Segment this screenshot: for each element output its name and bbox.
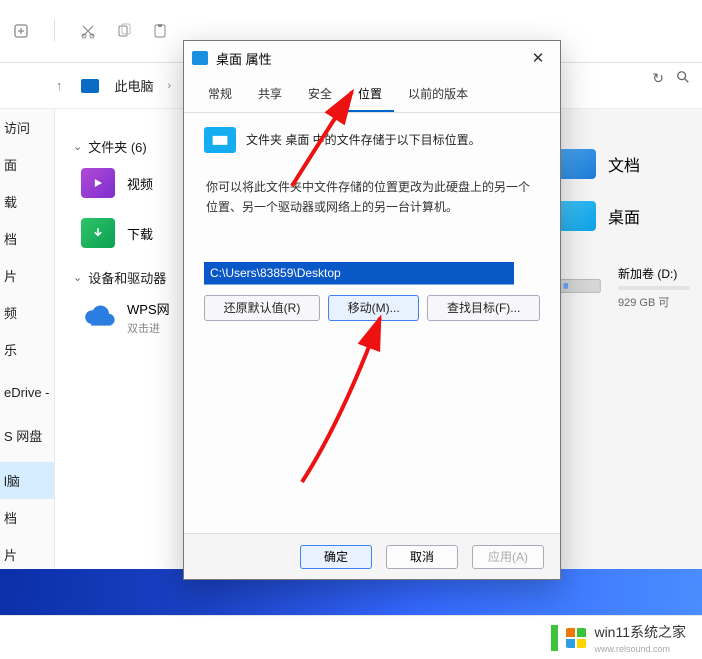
apply-button[interactable]: 应用(A) [472, 545, 544, 569]
cut-icon[interactable] [79, 22, 97, 40]
dialog-title: 桌面 属性 [216, 49, 272, 68]
sidebar-item[interactable]: 片 [0, 257, 54, 294]
watermark-url: www.relsound.com [594, 644, 686, 654]
sidebar-item[interactable]: 面 [0, 146, 54, 183]
video-folder-icon [81, 168, 115, 198]
device-wps-sub: 双击进 [127, 320, 170, 336]
right-folder-pane: 文档 桌面 新加卷 (D:) 929 GB 可 [558, 149, 688, 310]
desc-line2: 位置、另一个驱动器或网络上的另一台计算机。 [206, 197, 538, 217]
ok-button[interactable]: 确定 [300, 545, 372, 569]
folder-video[interactable]: 视频 [81, 168, 186, 198]
drive-d[interactable]: 新加卷 (D:) 929 GB 可 [558, 265, 688, 310]
tab-location[interactable]: 位置 [346, 79, 394, 112]
path-input[interactable]: C:\Users\83859\Desktop [204, 262, 514, 284]
path-underline [204, 284, 514, 285]
cloud-icon [81, 303, 115, 333]
dialog-titlebar: 桌面 属性 ✕ [184, 41, 560, 75]
sidebar-item[interactable]: 档 [0, 499, 54, 536]
tab-security[interactable]: 安全 [296, 79, 344, 112]
tab-strip: 常规 共享 安全 位置 以前的版本 [184, 75, 560, 113]
sidebar-item[interactable]: 频 [0, 294, 54, 331]
folder-desktop[interactable]: 桌面 [558, 201, 688, 231]
tab-general[interactable]: 常规 [196, 79, 244, 112]
toolbar-divider [54, 20, 55, 42]
sidebar-item[interactable]: 载 [0, 183, 54, 220]
description: 你可以将此文件夹中文件存储的位置更改为此硬盘上的另一个 位置、另一个驱动器或网络… [206, 177, 538, 218]
dialog-body: 文件夹 桌面 中的文件存储于以下目标位置。 你可以将此文件夹中文件存储的位置更改… [184, 113, 560, 533]
path-value: C:\Users\83859\Desktop [210, 266, 341, 280]
chevron-down-icon: ⌄ [73, 140, 82, 153]
sidebar-item[interactable]: 访问 [0, 109, 54, 146]
find-target-button[interactable]: 查找目标(F)... [427, 295, 540, 321]
breadcrumb-label[interactable]: 此电脑 [115, 76, 154, 95]
device-wps-label: WPS网 [127, 299, 170, 318]
sidebar-item[interactable]: eDrive - Pers [0, 376, 54, 409]
sidebar-item-thispc[interactable]: l脑 [0, 462, 54, 499]
group-devices-label: 设备和驱动器 [88, 268, 166, 287]
group-folders-label: 文件夹 (6) [88, 137, 147, 156]
cancel-button[interactable]: 取消 [386, 545, 458, 569]
watermark-logo-icon [566, 628, 586, 648]
folder-desktop-label: 桌面 [608, 204, 640, 228]
watermark-bar [551, 625, 558, 651]
sidebar-item[interactable]: 乐 [0, 331, 54, 368]
documents-folder-icon [558, 149, 596, 179]
address-right-icons: ↻ [652, 70, 690, 87]
sidebar-item[interactable]: 档 [0, 220, 54, 257]
action-buttons: 还原默认值(R) 移动(M)... 查找目标(F)... [204, 295, 540, 321]
dialog-footer: 确定 取消 应用(A) [184, 533, 560, 579]
device-wps[interactable]: WPS网 双击进 [81, 299, 186, 336]
nav-up-icon[interactable]: ↑ [56, 78, 63, 93]
group-devices-title[interactable]: ⌄ 设备和驱动器 [73, 268, 186, 287]
close-button[interactable]: ✕ [524, 49, 552, 67]
folder-pane: ⌄ 文件夹 (6) 视频 下载 ⌄ 设备和驱动器 WPS网 双击进 [55, 109, 187, 575]
folder-documents[interactable]: 文档 [558, 149, 688, 179]
folder-download[interactable]: 下载 [81, 218, 186, 248]
drive-usage-bar [618, 286, 690, 290]
download-folder-icon [81, 218, 115, 248]
watermark-text: win11系统之家 [594, 622, 686, 642]
folder-documents-label: 文档 [608, 152, 640, 176]
refresh-icon[interactable]: ↻ [652, 70, 664, 87]
info-row: 文件夹 桌面 中的文件存储于以下目标位置。 [204, 127, 540, 153]
group-folders-title[interactable]: ⌄ 文件夹 (6) [73, 137, 186, 156]
new-icon[interactable] [12, 22, 30, 40]
paste-icon[interactable] [151, 22, 169, 40]
folder-video-label: 视频 [127, 174, 153, 193]
this-pc-icon [81, 79, 99, 93]
sidebar-item[interactable]: 片 [0, 536, 54, 573]
drive-name: 新加卷 (D:) [618, 265, 690, 282]
restore-default-button[interactable]: 还原默认值(R) [204, 295, 320, 321]
folder-info-icon [204, 127, 236, 153]
properties-dialog: 桌面 属性 ✕ 常规 共享 安全 位置 以前的版本 文件夹 桌面 中的文件存储于… [183, 40, 561, 580]
watermark: win11系统之家 www.relsound.com [0, 615, 702, 659]
move-button[interactable]: 移动(M)... [328, 295, 419, 321]
drive-free: 929 GB 可 [618, 294, 690, 310]
desktop-folder-icon [558, 201, 596, 231]
sidebar-item[interactable]: S 网盘 [0, 417, 54, 454]
info-text: 文件夹 桌面 中的文件存储于以下目标位置。 [246, 131, 481, 149]
folder-download-label: 下载 [127, 224, 153, 243]
chevron-right-icon[interactable]: › [168, 80, 172, 92]
tab-previous[interactable]: 以前的版本 [396, 79, 480, 112]
folder-small-icon [192, 51, 208, 65]
search-icon[interactable] [676, 70, 690, 87]
desc-line1: 你可以将此文件夹中文件存储的位置更改为此硬盘上的另一个 [206, 177, 538, 197]
drive-icon [558, 270, 604, 305]
copy-icon[interactable] [115, 22, 133, 40]
chevron-down-icon: ⌄ [73, 271, 82, 284]
sidebar: 访问 面 载 档 片 频 乐 eDrive - Pers S 网盘 l脑 档 片 [0, 109, 55, 575]
tab-share[interactable]: 共享 [246, 79, 294, 112]
